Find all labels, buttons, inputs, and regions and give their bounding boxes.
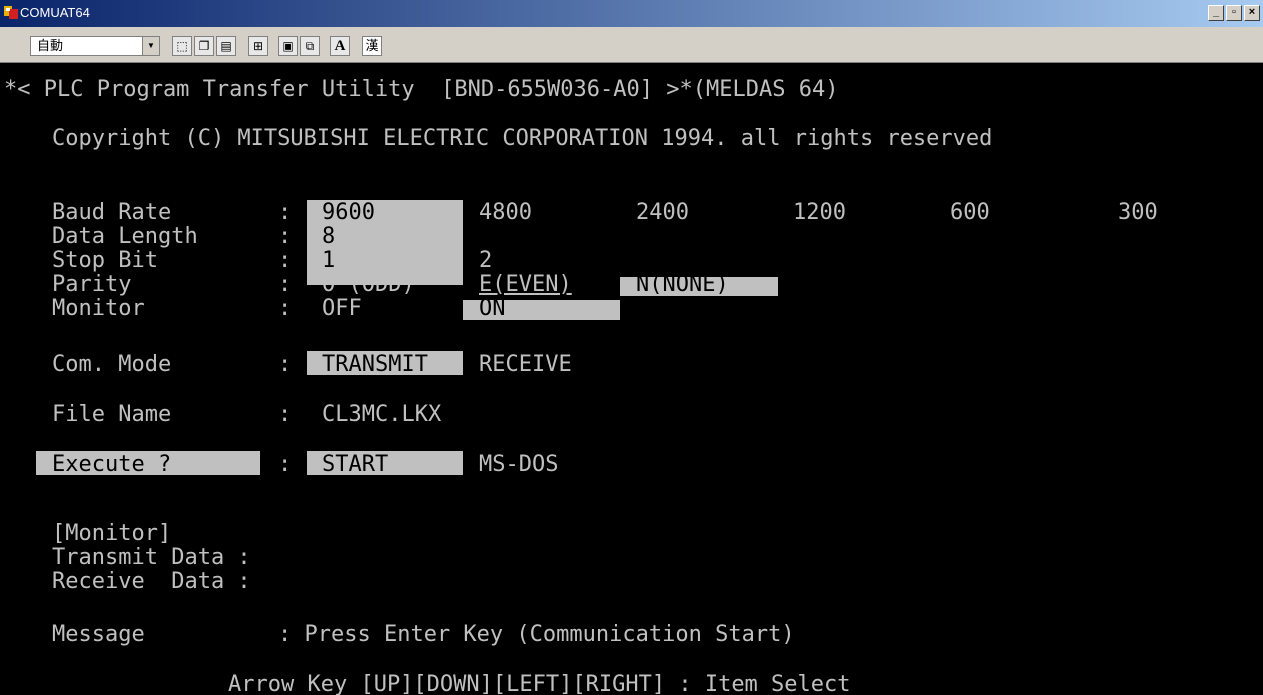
stop-bit-option-2[interactable]: 2: [479, 249, 492, 273]
data-length-option-8[interactable]: 8: [322, 225, 335, 249]
background-icon[interactable]: ⧉: [300, 36, 320, 56]
separator: :: [278, 248, 292, 273]
parity-option-odd[interactable]: O (ODD): [322, 273, 415, 297]
file-name-field[interactable]: CL3MC.LKX: [322, 403, 441, 427]
maximize-button[interactable]: ▫: [1226, 5, 1242, 21]
separator: :: [278, 402, 292, 427]
parity-label: Parity: [52, 272, 132, 297]
parity-option-none[interactable]: N(NONE): [636, 273, 729, 297]
com-mode-option-transmit[interactable]: TRANSMIT: [322, 353, 428, 377]
font-icon[interactable]: A: [330, 36, 350, 56]
window-title: COMUAT64: [20, 5, 90, 20]
baud-option-9600[interactable]: 9600: [322, 201, 375, 225]
stop-bit-option-1[interactable]: 1: [322, 249, 335, 273]
chevron-down-icon[interactable]: ▼: [142, 37, 159, 55]
transmit-data-label: Transmit Data :: [52, 545, 251, 570]
separator: :: [278, 272, 292, 297]
file-name-label: File Name: [52, 402, 172, 427]
toolbar: 自動 ▼ ⬚ ❐ ▤ ⊞ ▣ ⧉ A 漢: [0, 27, 1263, 63]
properties-icon[interactable]: ▣: [278, 36, 298, 56]
copy-icon[interactable]: ❐: [194, 36, 214, 56]
message-text: : Press Enter Key (Communication Start): [278, 622, 795, 647]
kanji-icon[interactable]: 漢: [362, 36, 382, 56]
monitor-option-off[interactable]: OFF: [322, 297, 362, 321]
mark-icon[interactable]: ⬚: [172, 36, 192, 56]
paste-icon[interactable]: ▤: [216, 36, 236, 56]
stop-bit-label: Stop Bit: [52, 248, 158, 273]
minimize-button[interactable]: _: [1208, 5, 1224, 21]
monitor-option-on[interactable]: ON: [479, 297, 506, 321]
title-bar: COMUAT64 _ ▫ ×: [0, 0, 1263, 27]
baud-option-1200[interactable]: 1200: [793, 201, 846, 225]
com-mode-option-receive[interactable]: RECEIVE: [479, 353, 572, 377]
copyright-text: Copyright (C) MITSUBISHI ELECTRIC CORPOR…: [52, 126, 993, 151]
com-mode-label: Com. Mode: [52, 352, 172, 377]
parity-option-even[interactable]: E(EVEN): [479, 273, 572, 297]
execute-msdos-button[interactable]: MS-DOS: [479, 453, 558, 477]
font-size-select[interactable]: 自動 ▼: [30, 36, 160, 56]
program-title: *< PLC Program Transfer Utility [BND-655…: [4, 77, 839, 102]
execute-label: Execute ?: [52, 452, 172, 477]
baud-option-300[interactable]: 300: [1118, 201, 1158, 225]
separator: :: [278, 452, 292, 477]
baud-rate-label: Baud Rate: [52, 200, 172, 225]
footer-hint: Arrow Key [UP][DOWN][LEFT][RIGHT] : Item…: [228, 672, 851, 695]
baud-option-2400[interactable]: 2400: [636, 201, 689, 225]
close-button[interactable]: ×: [1244, 5, 1260, 21]
receive-data-label: Receive Data :: [52, 569, 251, 594]
baud-option-4800[interactable]: 4800: [479, 201, 532, 225]
data-length-label: Data Length: [52, 224, 198, 249]
separator: :: [278, 200, 292, 225]
app-icon: [4, 6, 18, 19]
console-screen: *< PLC Program Transfer Utility [BND-655…: [0, 62, 1263, 695]
separator: :: [278, 352, 292, 377]
monitor-section-header: [Monitor]: [52, 521, 172, 546]
monitor-label: Monitor: [52, 296, 145, 321]
font-size-value: 自動: [37, 38, 64, 53]
message-label: Message: [52, 622, 145, 647]
baud-option-600[interactable]: 600: [950, 201, 990, 225]
execute-start-button[interactable]: START: [322, 453, 388, 477]
separator: :: [278, 224, 292, 249]
separator: :: [278, 296, 292, 321]
fullscreen-icon[interactable]: ⊞: [248, 36, 268, 56]
